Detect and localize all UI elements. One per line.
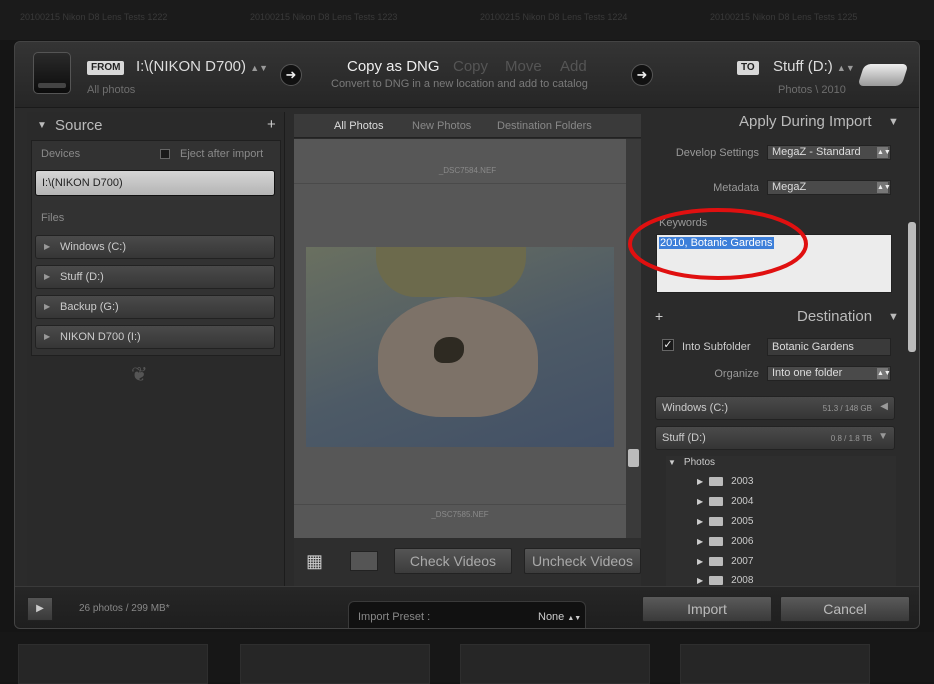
drive-stuff[interactable]: ▶ Stuff (D:): [35, 265, 275, 289]
folder-2003[interactable]: ▶ 2003: [697, 476, 753, 487]
view-tabs: All Photos New Photos Destination Folder…: [294, 114, 641, 138]
destination-picker[interactable]: Stuff (D:) ▲▼: [773, 58, 855, 75]
develop-settings-select[interactable]: MegaZ - Standard ▲▼: [767, 145, 891, 160]
import-button[interactable]: Import: [642, 596, 772, 622]
scrollbar-thumb[interactable]: [628, 449, 639, 467]
source-title: Source: [55, 117, 103, 134]
from-tag: FROM: [87, 61, 125, 75]
folder-icon: [709, 476, 724, 486]
photo-grid: _DSC7584.NEF _DSC7585.NEF: [294, 139, 641, 538]
folder-2005[interactable]: ▶ 2005: [697, 516, 753, 527]
organize-select[interactable]: Into one folder ▲▼: [767, 366, 891, 381]
filename-top: _DSC7584.NEF: [438, 166, 497, 175]
mode-move[interactable]: Move: [505, 58, 542, 75]
expand-triangle-icon: ▶: [44, 272, 51, 281]
annotation-circle: [628, 208, 808, 280]
triangle-left-icon: ◀: [880, 401, 888, 412]
devices-label: Devices: [41, 148, 81, 160]
develop-settings-label: Develop Settings: [675, 147, 759, 159]
folder-2004[interactable]: ▶ 2004: [697, 496, 753, 507]
destination-sub: Photos \ 2010: [778, 84, 846, 96]
into-subfolder-checkbox[interactable]: ✓: [662, 339, 674, 351]
grid-view-icon[interactable]: ▦: [306, 551, 323, 572]
metadata-label: Metadata: [713, 182, 759, 194]
expand-play-icon[interactable]: ▶: [27, 597, 53, 621]
arrow-right-icon: ➜: [280, 64, 302, 86]
apply-during-import-title: Apply During Import: [739, 113, 872, 130]
folder-icon: [709, 556, 724, 566]
ornament-icon: ❦: [131, 364, 148, 386]
subfolder-input[interactable]: Botanic Gardens: [767, 338, 891, 356]
butterfly: [434, 337, 464, 363]
selected-device[interactable]: I:\(NIKON D700): [35, 170, 275, 196]
collapse-triangle-icon[interactable]: ▼: [888, 311, 899, 323]
cancel-button[interactable]: Cancel: [780, 596, 910, 622]
expand-triangle-icon: ▶: [44, 302, 51, 311]
folder-icon: [709, 575, 724, 585]
updown-icon: ▲▼: [877, 182, 891, 193]
import-footer: ▶ 26 photos / 299 MB* Import Preset : No…: [15, 586, 919, 628]
options-scrollbar[interactable]: [908, 222, 916, 352]
import-preset[interactable]: Import Preset : None ▲▼: [348, 601, 586, 628]
import-header: FROM I:\(NIKON D700) ▲▼ All photos ➜ Cop…: [15, 42, 919, 108]
source-picker[interactable]: I:\(NIKON D700) ▲▼: [136, 58, 268, 75]
organize-label: Organize: [714, 368, 759, 380]
eject-label: Eject after import: [180, 148, 264, 160]
updown-icon: ▲▼: [877, 147, 891, 158]
to-tag: TO: [737, 61, 759, 75]
collapse-triangle-icon[interactable]: ▼: [37, 120, 47, 131]
mode-copy-as-dng[interactable]: Copy as DNG: [347, 58, 440, 75]
collapse-triangle-icon[interactable]: ▼: [888, 116, 899, 128]
tab-new-photos[interactable]: New Photos: [412, 120, 471, 132]
add-source-icon[interactable]: +: [267, 116, 276, 133]
arrow-right-icon: ➜: [631, 64, 653, 86]
mode-description: Convert to DNG in a new location and add…: [331, 78, 588, 90]
triangle-down-icon: ▼: [878, 431, 888, 442]
expand-triangle-icon: ▶: [44, 332, 51, 341]
volume-stuff[interactable]: Stuff (D:) 0.8 / 1.8 TB ▼: [655, 426, 895, 450]
volume-windows[interactable]: Windows (C:) 51.3 / 148 GB ◀: [655, 396, 895, 420]
folder-photos[interactable]: ▼ Photos: [668, 457, 715, 468]
into-subfolder-label: Into Subfolder: [682, 341, 751, 353]
tab-destination-folders[interactable]: Destination Folders: [497, 120, 592, 132]
folder-2007[interactable]: ▶ 2007: [697, 556, 753, 567]
folder-icon: [709, 516, 724, 526]
filename-bottom: _DSC7585.NEF: [431, 510, 489, 519]
mode-copy[interactable]: Copy: [453, 58, 488, 75]
check-videos-button[interactable]: Check Videos: [394, 548, 512, 574]
expand-triangle-icon: ▶: [44, 242, 51, 251]
drive-backup[interactable]: ▶ Backup (G:): [35, 295, 275, 319]
metadata-select[interactable]: MegaZ ▲▼: [767, 180, 891, 195]
add-destination-icon[interactable]: +: [655, 308, 663, 324]
preset-value: None ▲▼: [538, 611, 582, 623]
grid-scrollbar[interactable]: [626, 139, 641, 538]
tab-all-photos[interactable]: All Photos: [334, 120, 384, 132]
folder-2008[interactable]: ▶ 2008: [697, 575, 753, 586]
source-sub: All photos: [87, 84, 136, 96]
background-filmstrip-bottom: [0, 632, 934, 684]
loupe-view-icon[interactable]: [350, 551, 378, 571]
updown-icon: ▲▼: [877, 368, 891, 379]
grid-toolbar: ▦ Check Videos Uncheck Videos: [294, 538, 641, 586]
external-drive-icon: [857, 64, 909, 86]
files-label: Files: [41, 212, 65, 224]
source-panel: ▼ Source + Devices Eject after import I:…: [27, 112, 285, 586]
photo-count: 26 photos / 299 MB*: [79, 603, 170, 614]
eject-checkbox[interactable]: [160, 149, 170, 159]
folder-2006[interactable]: ▶ 2006: [697, 536, 753, 547]
uncheck-videos-button[interactable]: Uncheck Videos: [524, 548, 641, 574]
drive-windows[interactable]: ▶ Windows (C:): [35, 235, 275, 259]
destination-title: Destination: [797, 308, 873, 325]
import-dialog: FROM I:\(NIKON D700) ▲▼ All photos ➜ Cop…: [14, 41, 920, 629]
background-filmstrip-top: 20100215 Nikon D8 Lens Tests 1222 201002…: [0, 0, 934, 40]
folder-icon: [709, 496, 724, 506]
mode-add[interactable]: Add: [560, 58, 587, 75]
folder-icon: [709, 536, 724, 546]
camera-drive-icon: [33, 52, 71, 94]
photo-thumbnail[interactable]: [306, 247, 614, 447]
drive-nikon[interactable]: ▶ NIKON D700 (I:): [35, 325, 275, 349]
